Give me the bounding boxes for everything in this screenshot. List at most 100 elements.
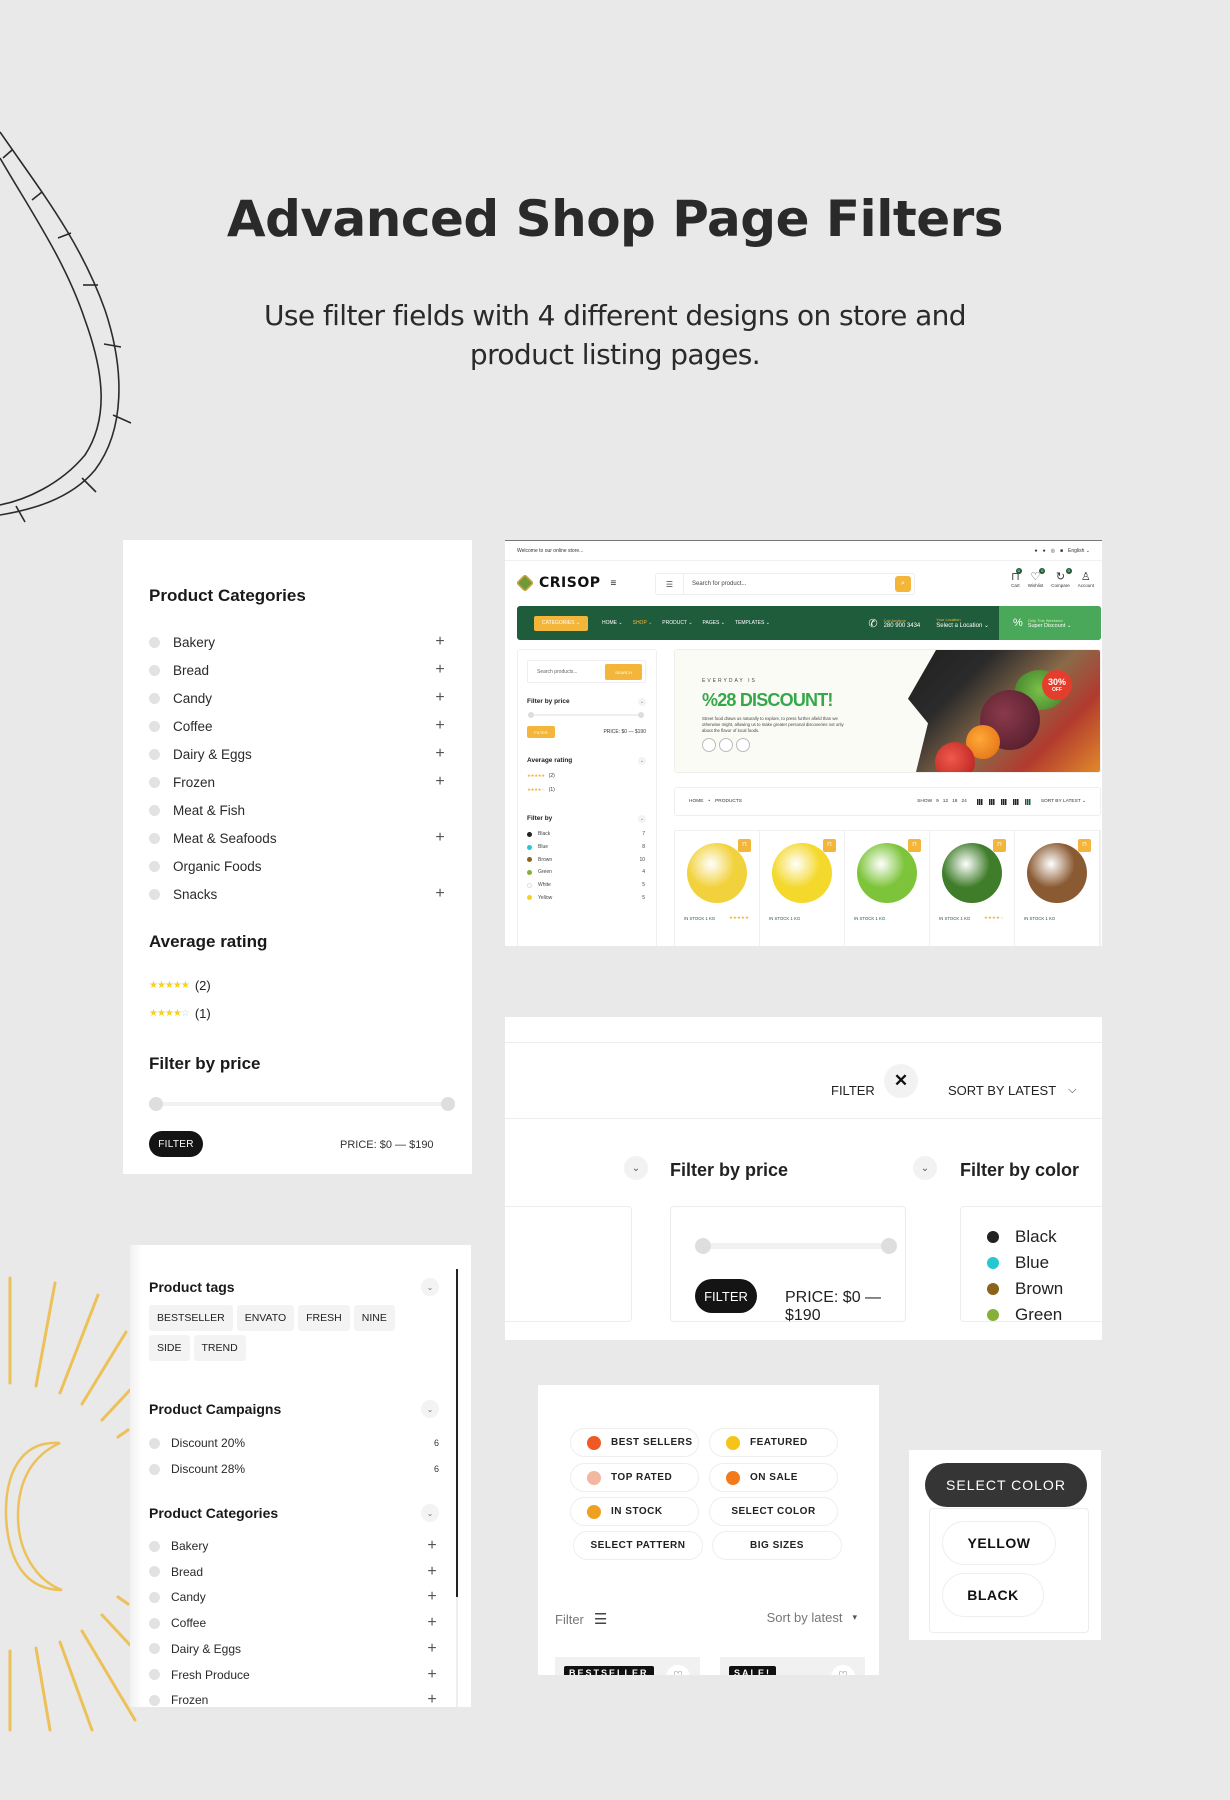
- product-card[interactable]: BESTSELLER ♡: [555, 1657, 700, 1675]
- youtube-icon[interactable]: ■: [1060, 548, 1063, 554]
- show-count-option[interactable]: 24: [961, 799, 966, 804]
- select-color-button[interactable]: SELECT COLOR: [925, 1463, 1087, 1507]
- category-item[interactable]: Snacks +: [149, 880, 447, 908]
- product-card[interactable]: ⊓ IN STOCK 1 KG: [760, 831, 845, 946]
- color-filter-item[interactable]: Brown: [987, 1279, 1063, 1299]
- nav-product[interactable]: PRODUCT ⌄: [662, 620, 692, 626]
- radio-dot[interactable]: [149, 1437, 160, 1449]
- store-logo[interactable]: CRISOP ≡: [515, 573, 617, 593]
- scrollbar[interactable]: [456, 1269, 458, 1597]
- filter-button[interactable]: FILTER: [695, 1279, 757, 1313]
- price-range-slider[interactable]: [695, 1238, 897, 1254]
- category-item[interactable]: Bread +: [149, 656, 447, 684]
- tag-chip[interactable]: TREND: [193, 1335, 246, 1361]
- plus-icon[interactable]: +: [433, 690, 447, 706]
- price-max-handle[interactable]: [881, 1238, 897, 1254]
- filter-toggle-label[interactable]: FILTER: [831, 1083, 875, 1098]
- view-grid-2-icon[interactable]: [988, 798, 995, 805]
- category-item[interactable]: Frozen +: [149, 768, 447, 796]
- nav-pages[interactable]: PAGES ⌄: [703, 620, 725, 626]
- chevron-down-icon[interactable]: ⌄: [421, 1400, 439, 1418]
- color-option-black[interactable]: BLACK: [942, 1573, 1044, 1617]
- color-filter-item[interactable]: Brown 10: [527, 853, 645, 866]
- category-item[interactable]: Coffee +: [149, 712, 447, 740]
- compare-button[interactable]: ↻ 0 Compare: [1051, 568, 1072, 588]
- campaign-item[interactable]: Discount 20% 6: [149, 1436, 439, 1450]
- filter-button[interactable]: FILTER: [149, 1131, 203, 1157]
- filter-chip-select-color[interactable]: SELECT COLOR: [709, 1497, 838, 1526]
- plus-icon[interactable]: +: [425, 1692, 439, 1707]
- category-item[interactable]: Fresh Produce +: [149, 1666, 439, 1683]
- plus-icon[interactable]: +: [425, 1666, 439, 1683]
- plus-icon[interactable]: +: [433, 746, 447, 762]
- chevron-down-icon[interactable]: ⌄: [421, 1278, 439, 1296]
- plus-icon[interactable]: +: [433, 774, 447, 790]
- add-to-cart-icon[interactable]: ⊓: [908, 839, 921, 852]
- tag-chip[interactable]: FRESH: [298, 1305, 350, 1331]
- product-card[interactable]: ⊓ IN STOCK 1 KG: [1015, 831, 1100, 946]
- radio-dot[interactable]: [149, 1669, 160, 1680]
- color-filter-item[interactable]: Black: [987, 1227, 1057, 1247]
- twitter-icon[interactable]: ●: [1043, 548, 1046, 554]
- promo-super-discount[interactable]: % Only This Weekend Super Discount ⌄: [999, 606, 1101, 640]
- radio-dot[interactable]: [149, 692, 160, 704]
- color-filter-item[interactable]: Blue: [987, 1253, 1049, 1273]
- add-to-cart-icon[interactable]: ⊓: [738, 839, 751, 852]
- product-search[interactable]: ☰ Search for product... ⌕: [655, 573, 915, 595]
- search-icon[interactable]: ⌕: [895, 576, 911, 592]
- color-option-yellow[interactable]: YELLOW: [942, 1521, 1056, 1565]
- radio-dot[interactable]: [149, 1694, 160, 1706]
- account-button[interactable]: ♙ Account: [1078, 571, 1094, 588]
- chevron-down-icon[interactable]: ⌄: [421, 1504, 439, 1522]
- color-filter-item[interactable]: Yellow 5: [527, 891, 645, 904]
- collapse-price-filter-button[interactable]: ⌄: [913, 1156, 937, 1180]
- tag-chip[interactable]: ENVATO: [236, 1305, 295, 1331]
- sidebar-search-input[interactable]: Search products... SEARCH: [527, 660, 646, 683]
- color-filter-item[interactable]: Green: [987, 1305, 1062, 1325]
- tag-chip[interactable]: BESTSELLER: [149, 1305, 233, 1331]
- nav-templates[interactable]: TEMPLATES ⌄: [735, 620, 770, 626]
- product-card[interactable]: SALE! ♡: [720, 1657, 865, 1675]
- rating-filter-item[interactable]: ★★★★★ (2): [149, 978, 211, 993]
- radio-dot[interactable]: [149, 1617, 160, 1629]
- radio-dot[interactable]: [149, 748, 160, 760]
- plus-icon[interactable]: +: [425, 1589, 439, 1605]
- plus-icon[interactable]: +: [433, 718, 447, 734]
- radio-dot[interactable]: [149, 832, 160, 844]
- categories-button[interactable]: CATEGORIES ⌄: [534, 615, 589, 631]
- radio-dot[interactable]: [149, 1643, 160, 1655]
- category-item[interactable]: Candy +: [149, 684, 447, 712]
- facebook-icon[interactable]: ●: [1035, 548, 1038, 554]
- product-card[interactable]: ⊓ IN STOCK 1 KG ★★★★☆: [930, 831, 1015, 946]
- category-item[interactable]: Dairy & Eggs +: [149, 740, 447, 768]
- plus-icon[interactable]: +: [433, 634, 447, 650]
- radio-dot[interactable]: [149, 888, 160, 900]
- hamburger-menu-icon[interactable]: ≡: [611, 578, 617, 589]
- radio-dot[interactable]: [149, 1591, 160, 1603]
- sidebar-price-slider[interactable]: [528, 712, 644, 718]
- plus-icon[interactable]: +: [433, 830, 447, 846]
- wishlist-heart-icon[interactable]: ♡: [666, 1665, 690, 1675]
- campaign-item[interactable]: Discount 28% 6: [149, 1462, 439, 1476]
- view-list-icon[interactable]: [976, 798, 983, 805]
- show-count-option[interactable]: 12: [943, 799, 948, 804]
- collapse-prev-filter-button[interactable]: ⌄: [624, 1156, 648, 1180]
- chevron-down-icon[interactable]: ⌄: [638, 815, 646, 823]
- language-select[interactable]: English ⌄: [1068, 548, 1090, 554]
- radio-dot[interactable]: [149, 720, 160, 732]
- category-item[interactable]: Coffee +: [149, 1615, 439, 1631]
- category-item[interactable]: Bakery +: [149, 1538, 439, 1554]
- color-filter-item[interactable]: Blue 8: [527, 841, 645, 854]
- rating-filter-item[interactable]: ★★★★☆ (1): [149, 1006, 211, 1021]
- radio-dot[interactable]: [149, 664, 160, 676]
- plus-icon[interactable]: +: [425, 1640, 439, 1657]
- product-card[interactable]: ⊓ IN STOCK 1 KG ★★★★★: [675, 831, 760, 946]
- rating-filter-item[interactable]: ★★★★☆ (1): [527, 787, 555, 793]
- add-to-cart-icon[interactable]: ⊓: [993, 839, 1006, 852]
- wishlist-button[interactable]: ♡ 0 Wishlist: [1028, 568, 1046, 588]
- breadcrumb-home[interactable]: HOME: [689, 799, 703, 804]
- radio-dot[interactable]: [149, 860, 160, 872]
- plus-icon[interactable]: +: [425, 1538, 439, 1554]
- search-input[interactable]: Search for product...: [684, 581, 895, 587]
- sort-select[interactable]: SORT BY LATEST ⌄: [1041, 799, 1086, 804]
